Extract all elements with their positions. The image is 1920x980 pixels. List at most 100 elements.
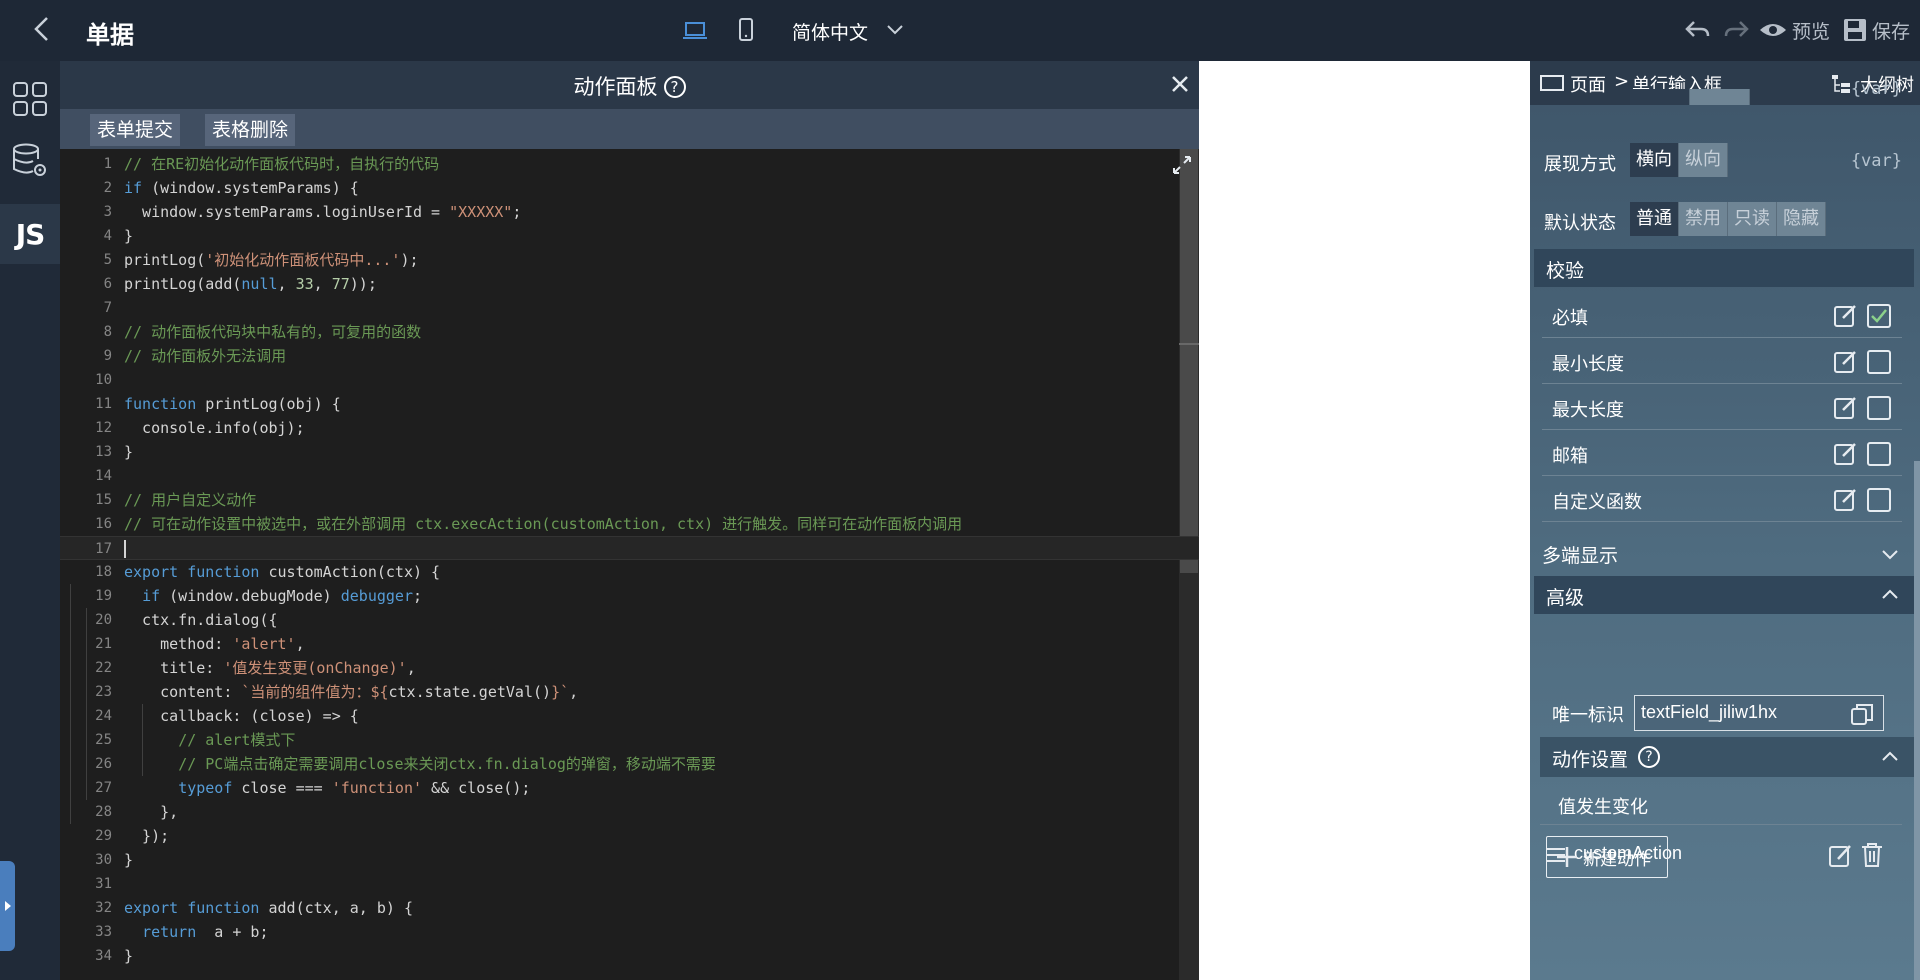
advanced-section-header[interactable]: 高级: [1534, 576, 1914, 614]
edit-icon[interactable]: [1834, 488, 1858, 512]
code-editor[interactable]: 1 // 在RE初始化动作面板代码时，自执行的代码 2 if (window.syst…: [60, 149, 1199, 980]
code-token: printLog(obj) {: [196, 395, 341, 413]
edit-icon[interactable]: [1834, 442, 1858, 466]
preview-button[interactable]: 预览: [1758, 14, 1830, 46]
validation-checkbox[interactable]: [1867, 350, 1891, 374]
default-state-toggle[interactable]: 普通 禁用 只读 隐藏: [1630, 202, 1826, 236]
help-icon[interactable]: ?: [663, 76, 686, 98]
code-line[interactable]: 5 printLog('初始化动作面板代码中...');: [60, 248, 1199, 272]
line-number: 32: [95, 900, 112, 916]
edit-icon[interactable]: [1834, 304, 1858, 328]
close-icon[interactable]: [1169, 73, 1191, 95]
display-mode-var[interactable]: {var}: [1851, 151, 1902, 171]
line-number: 18: [95, 564, 112, 580]
validation-checkbox[interactable]: [1867, 442, 1891, 466]
code-line[interactable]: 23 content: `当前的组件值为：${ctx.state.getVal(…: [60, 680, 1199, 704]
code-line[interactable]: 22 title: '值发生变更(onChange)',: [60, 656, 1199, 680]
code-line[interactable]: 25 // alert模式下: [60, 728, 1199, 752]
multi-display-section[interactable]: 多端显示: [1534, 534, 1914, 572]
action-tabs: 表单提交 表格删除: [60, 109, 1199, 149]
breadcrumb-page[interactable]: 页面: [1570, 71, 1606, 97]
code-line[interactable]: 18 export function customAction(ctx) {: [60, 560, 1199, 584]
code-token: },: [124, 803, 179, 821]
copy-icon[interactable]: [1849, 701, 1875, 727]
rail-datasource[interactable]: [0, 131, 60, 191]
tab-form-submit[interactable]: 表单提交: [90, 114, 181, 146]
code-line[interactable]: 26 // PC端点击确定需要调用close来关闭ctx.fn.dialog的弹…: [60, 752, 1199, 776]
collapse-handle[interactable]: [0, 861, 15, 951]
code-line[interactable]: 15 // 用户自定义动作: [60, 488, 1199, 512]
tab-table-delete[interactable]: 表格删除: [205, 114, 296, 146]
code-token: ));: [349, 275, 377, 293]
code-line[interactable]: 14: [60, 464, 1199, 488]
chevron-down-icon: [1882, 550, 1898, 560]
validation-checkbox[interactable]: [1867, 304, 1891, 328]
code-text: }: [124, 848, 133, 872]
max-width-unit[interactable]: [1630, 89, 1690, 105]
code-line[interactable]: 8 // 动作面板代码块中私有的，可复用的函数: [60, 320, 1199, 344]
code-token: 'function': [331, 779, 423, 797]
code-line[interactable]: 11 function printLog(obj) {: [60, 392, 1199, 416]
code-line[interactable]: 10: [60, 368, 1199, 392]
code-line[interactable]: 29 });: [60, 824, 1199, 848]
page-icon: [1540, 75, 1564, 91]
code-line[interactable]: 17: [60, 536, 1199, 560]
unique-id-field[interactable]: textField_jiliw1hx: [1634, 695, 1884, 731]
line-number: 4: [103, 228, 112, 244]
max-width-value[interactable]: [1690, 89, 1750, 105]
code-line[interactable]: 34}: [60, 944, 1199, 968]
max-width-var[interactable]: {var}: [1851, 79, 1902, 105]
state-hidden[interactable]: 隐藏: [1777, 202, 1826, 236]
code-line[interactable]: 4}: [60, 224, 1199, 248]
rail-components[interactable]: [0, 69, 60, 129]
code-line[interactable]: 1 // 在RE初始化动作面板代码时，自执行的代码: [60, 152, 1199, 176]
code-line[interactable]: 2 if (window.systemParams) {: [60, 176, 1199, 200]
code-line[interactable]: 27 typeof close === 'function' && close(…: [60, 776, 1199, 800]
code-line[interactable]: 33 return a + b;: [60, 920, 1199, 944]
code-line[interactable]: 3 window.systemParams.loginUserId = "XXX…: [60, 200, 1199, 224]
state-disabled[interactable]: 禁用: [1679, 202, 1728, 236]
back-arrow-icon[interactable]: [28, 14, 58, 44]
new-action-button[interactable]: 新建动作: [1546, 836, 1668, 878]
edit-icon[interactable]: [1828, 843, 1854, 869]
save-button[interactable]: 保存: [1842, 14, 1910, 46]
state-readonly[interactable]: 只读: [1728, 202, 1777, 236]
help-icon[interactable]: ?: [1638, 746, 1660, 768]
validation-checkbox[interactable]: [1867, 488, 1891, 512]
code-line[interactable]: 9 // 动作面板外无法调用: [60, 344, 1199, 368]
code-line[interactable]: 16 // 可在动作设置中被选中，或在外部调用 ctx.execAction(cu…: [60, 512, 1199, 536]
code-line[interactable]: 6 printLog(add(null, 33, 77));: [60, 272, 1199, 296]
redo-button[interactable]: [1722, 14, 1750, 46]
display-mode-horizontal[interactable]: 横向: [1630, 143, 1679, 177]
undo-button[interactable]: [1684, 14, 1712, 46]
code-line[interactable]: 19 if (window.debugMode) debugger;: [60, 584, 1199, 608]
edit-icon[interactable]: [1834, 396, 1858, 420]
chevron-down-icon[interactable]: [884, 18, 906, 40]
trash-icon[interactable]: [1860, 842, 1884, 868]
code-line[interactable]: 7: [60, 296, 1199, 320]
validation-checkbox[interactable]: [1867, 396, 1891, 420]
state-normal[interactable]: 普通: [1630, 202, 1679, 236]
code-line[interactable]: 13}: [60, 440, 1199, 464]
code-line[interactable]: 12 console.info(obj);: [60, 416, 1199, 440]
mobile-icon[interactable]: [731, 16, 761, 44]
language-select[interactable]: 简体中文: [792, 18, 868, 45]
code-line[interactable]: 31: [60, 872, 1199, 896]
code-line[interactable]: 32 export function add(ctx, a, b) {: [60, 896, 1199, 920]
validation-section-header[interactable]: 校验: [1534, 249, 1914, 287]
properties-scrollbar[interactable]: [1914, 461, 1920, 980]
rail-js[interactable]: JS: [0, 204, 60, 264]
outline-tree-icon[interactable]: [1830, 73, 1852, 95]
code-line[interactable]: 24 callback: (close) => {: [60, 704, 1199, 728]
display-mode-toggle[interactable]: 横向 纵向: [1630, 143, 1728, 177]
code-line[interactable]: 20 ctx.fn.dialog({: [60, 608, 1199, 632]
code-line[interactable]: 30}: [60, 848, 1199, 872]
code-line[interactable]: 21 method: 'alert',: [60, 632, 1199, 656]
code-line[interactable]: 28 },: [60, 800, 1199, 824]
design-canvas[interactable]: [1199, 61, 1530, 980]
edit-icon[interactable]: [1834, 350, 1858, 374]
action-settings-header[interactable]: 动作设置 ?: [1540, 737, 1914, 777]
max-width-control[interactable]: [1630, 89, 1750, 105]
display-mode-vertical[interactable]: 纵向: [1679, 143, 1728, 177]
laptop-icon[interactable]: [680, 16, 710, 44]
